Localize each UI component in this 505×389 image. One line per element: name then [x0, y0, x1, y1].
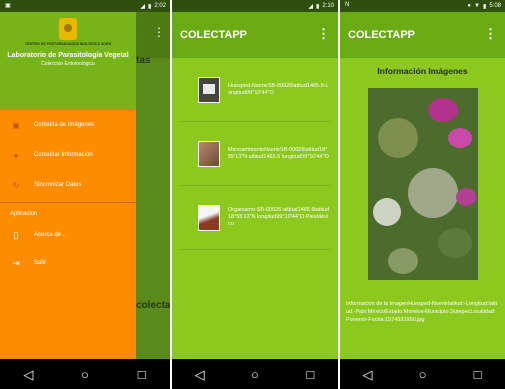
home-icon[interactable]: ○ — [413, 368, 433, 381]
drawer-title: Laboratorio de Parasitología Vegetal — [7, 52, 129, 59]
drawer-item-consulta-imagenes[interactable]: ▣ Consulta de Imágenes — [0, 110, 136, 140]
navigation-drawer: CENTRO DE POSTGRADUADOS BIOLOGICA UDEM L… — [0, 12, 136, 359]
contacts-icon: ▣ — [12, 120, 20, 130]
person-icon: ● — [13, 150, 19, 160]
back-icon[interactable]: ◁ — [190, 368, 210, 381]
phone-icon: ▯ — [13, 229, 19, 240]
app-bar: COLECTAPP ⋮ — [172, 12, 338, 58]
app-bar: COLECTAPP ⋮ — [340, 12, 505, 58]
drawer-item-consultar-informacion[interactable]: ● Consultar Información — [0, 140, 136, 170]
exit-icon: ⇥ — [12, 257, 20, 268]
list-item-text: Organismo-SB-00026-altitud1465.9latitud1… — [228, 207, 330, 227]
recents-icon[interactable]: □ — [132, 368, 152, 381]
thumbnail-image — [198, 76, 220, 103]
app-title: COLECTAPP — [180, 29, 248, 41]
home-icon[interactable]: ○ — [75, 368, 95, 381]
drawer-item-acerca[interactable]: ▯ Acerca de .. — [0, 221, 136, 249]
status-time: 5:08 — [489, 3, 501, 9]
drawer-item-label: Consulta de Imágenes — [34, 122, 95, 128]
overflow-menu-icon[interactable]: ⋮ — [484, 26, 497, 42]
drawer-subtitle: Colección Entomológica — [41, 61, 95, 67]
home-icon[interactable]: ○ — [245, 368, 265, 381]
notification-icon: ▣ — [5, 3, 11, 9]
image-details-text: Informacion de la ImagenHuesped-Nseriela… — [346, 301, 498, 323]
thumbnail-image — [198, 140, 220, 167]
list-screen: ◢ ▮ 2:10 COLECTAPP ⋮ Huesped-NserieSB-00… — [172, 0, 338, 389]
back-icon[interactable]: ◁ — [18, 368, 38, 381]
battery-icon: ▮ — [148, 3, 152, 10]
detail-heading: Información Imágenes — [377, 66, 468, 76]
status-bar: N ● ▼ ▮ 5:08 — [340, 0, 505, 12]
recents-icon[interactable]: □ — [468, 368, 488, 381]
drawer-item-label: Acerca de .. — [34, 232, 67, 238]
drawer-screen: ▣ ◢ ▮ 2:02 ⋮ tas colecta CENTRO DE POSTG… — [0, 0, 170, 389]
drawer-item-sincronizar-datos[interactable]: ↻ Sincronizar Datos — [0, 170, 136, 200]
drawer-item-label: Salir — [34, 260, 47, 266]
drawer-item-label: Consultar Información — [34, 152, 93, 158]
thumbnail-image — [198, 204, 220, 231]
notification-icon: N — [345, 2, 350, 8]
underlying-text: tas — [136, 55, 151, 66]
wifi-icon: ▼ — [474, 3, 480, 9]
logo-caption: CENTRO DE POSTGRADUADOS BIOLOGICA UDEM — [24, 42, 111, 46]
navigation-bar: ◁ ○ □ — [172, 359, 338, 389]
navigation-bar: ◁ ○ □ — [340, 359, 505, 389]
signal-icon: ◢ — [140, 3, 145, 10]
specimen-photo — [368, 88, 478, 280]
overflow-menu-icon[interactable]: ⋮ — [317, 26, 330, 42]
list-item[interactable]: Organismo-SB-00026-altitud1465.9latitud1… — [180, 186, 330, 250]
sync-icon: ↻ — [12, 180, 20, 190]
recents-icon[interactable]: □ — [300, 368, 320, 381]
signal-icon: ◢ — [308, 3, 313, 10]
image-list: Huesped-NserieSB-00026latitud1465.9-Long… — [172, 58, 338, 359]
underlying-text: colecta — [136, 300, 170, 311]
navigation-bar: ◁ ○ □ — [0, 359, 170, 389]
status-time: 2:02 — [154, 3, 166, 9]
location-icon: ● — [467, 3, 472, 9]
list-item-text: MicroambienteNserieSB-00026latitud18°55'… — [228, 146, 329, 160]
battery-icon: ▮ — [316, 3, 320, 10]
status-bar: ◢ ▮ 2:10 — [172, 0, 338, 12]
list-item[interactable]: Huesped-NserieSB-00026latitud1465.9-Long… — [180, 58, 330, 122]
list-item-text: Huesped-NserieSB-00026latitud1465.9-Long… — [228, 82, 329, 96]
overflow-menu-icon[interactable]: ⋮ — [153, 25, 165, 39]
list-item[interactable]: MicroambienteNserieSB-00026latitud18°55'… — [180, 122, 330, 186]
back-icon[interactable]: ◁ — [358, 368, 378, 381]
status-time: 2:10 — [322, 3, 334, 9]
drawer-item-salir[interactable]: ⇥ Salir — [0, 249, 136, 277]
battery-icon: ▮ — [483, 3, 487, 10]
status-bar: ▣ ◢ ▮ 2:02 — [0, 0, 170, 12]
drawer-header: CENTRO DE POSTGRADUADOS BIOLOGICA UDEM L… — [0, 12, 136, 110]
app-title: COLECTAPP — [348, 29, 416, 41]
drawer-item-label: Sincronizar Datos — [34, 182, 82, 188]
section-label: Aplicacion — [10, 211, 38, 217]
detail-screen: N ● ▼ ▮ 5:08 COLECTAPP ⋮ Información Imá… — [340, 0, 505, 389]
institution-logo — [59, 18, 77, 40]
